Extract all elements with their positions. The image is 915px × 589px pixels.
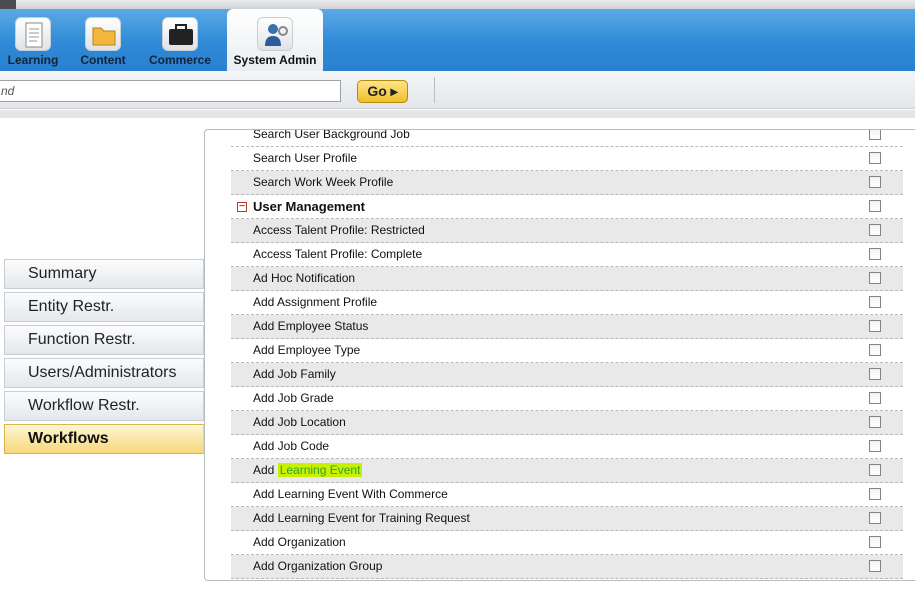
sidebar-item-summary[interactable]: Summary bbox=[4, 259, 204, 289]
workflow-label: Add Learning Event With Commerce bbox=[253, 487, 448, 501]
workflow-row: Add Job Location bbox=[231, 411, 903, 435]
tab-content[interactable]: Content bbox=[76, 9, 130, 71]
workflow-row: Search User Background Job bbox=[231, 129, 903, 147]
workflow-row: Add Employee Type bbox=[231, 339, 903, 363]
workflow-checkbox[interactable] bbox=[869, 416, 881, 428]
workflow-checkbox[interactable] bbox=[869, 488, 881, 500]
workflow-row: Add Learning Event bbox=[231, 459, 903, 483]
workflow-row: Add Assignment Profile bbox=[231, 291, 903, 315]
sidebar-item-label: Workflows bbox=[28, 430, 109, 447]
workflow-checkbox[interactable] bbox=[869, 296, 881, 308]
workflow-group-label: User Management bbox=[253, 199, 365, 214]
workflow-checkbox[interactable] bbox=[869, 464, 881, 476]
sidebar-item-function-restr[interactable]: Function Restr. bbox=[4, 325, 204, 355]
workflow-list: Search User Background Job Search User P… bbox=[231, 129, 903, 579]
workflow-row: Add Job Grade bbox=[231, 387, 903, 411]
toolbar-divider bbox=[434, 77, 435, 103]
briefcase-icon bbox=[162, 17, 198, 51]
workflow-row: Add Employee Status bbox=[231, 315, 903, 339]
tab-system-admin[interactable]: System Admin bbox=[227, 9, 323, 71]
tab-label: Commerce bbox=[148, 53, 212, 67]
sidebar-item-label: Entity Restr. bbox=[28, 298, 115, 315]
document-icon bbox=[15, 17, 51, 51]
workflow-row: Add Learning Event for Training Request bbox=[231, 507, 903, 531]
sidebar-item-entity-restr[interactable]: Entity Restr. bbox=[4, 292, 204, 322]
workflow-checkbox[interactable] bbox=[869, 512, 881, 524]
tab-label: Learning bbox=[7, 53, 59, 67]
workflow-label: Add Job Location bbox=[253, 415, 346, 429]
workflow-label: Add Assignment Profile bbox=[253, 295, 378, 309]
play-arrow-icon: ▸ bbox=[390, 83, 398, 99]
tab-label: System Admin bbox=[233, 53, 317, 67]
sidebar-item-label: Users/Administrators bbox=[28, 364, 177, 381]
workflow-label: Search User Profile bbox=[253, 151, 358, 165]
workflow-label: Add Organization bbox=[253, 535, 346, 549]
workflow-row: Search User Profile bbox=[231, 147, 903, 171]
workflow-checkbox[interactable] bbox=[869, 248, 881, 260]
workflow-label: Add Employee Status bbox=[253, 319, 369, 333]
workflow-row: Add Organization bbox=[231, 531, 903, 555]
sidebar-item-workflows[interactable]: Workflows bbox=[4, 424, 217, 454]
workflow-row: Access Talent Profile: Complete bbox=[231, 243, 903, 267]
workflow-row: Add Job Code bbox=[231, 435, 903, 459]
search-input[interactable] bbox=[0, 80, 341, 102]
sidebar-item-label: Summary bbox=[28, 265, 97, 282]
workflow-checkbox[interactable] bbox=[869, 272, 881, 284]
workflow-group-row: − User Management bbox=[231, 195, 903, 219]
left-sidebar: Summary Entity Restr. Function Restr. Us… bbox=[4, 259, 218, 457]
workflow-label: Search Work Week Profile bbox=[253, 175, 394, 189]
workflow-label: Add Job Family bbox=[253, 367, 336, 381]
top-navbar: Learning Content Commerce System Admin bbox=[0, 9, 915, 71]
go-button[interactable]: Go ▸ bbox=[357, 80, 408, 103]
workflow-checkbox[interactable] bbox=[869, 344, 881, 356]
tab-label: Content bbox=[80, 53, 126, 67]
workflow-row: Ad Hoc Notification bbox=[231, 267, 903, 291]
header-divider-bar bbox=[0, 110, 915, 118]
workflow-checkbox[interactable] bbox=[869, 176, 881, 188]
admin-user-icon bbox=[257, 17, 293, 51]
folder-icon bbox=[85, 17, 121, 51]
workflow-row: Access Talent Profile: Restricted bbox=[231, 219, 903, 243]
workflow-label: Add Organization Group bbox=[253, 559, 383, 573]
search-toolbar: Go ▸ bbox=[0, 71, 915, 109]
workflow-label: Add Job Code bbox=[253, 439, 330, 453]
tab-learning[interactable]: Learning bbox=[0, 9, 66, 71]
workflow-label: Add Job Grade bbox=[253, 391, 334, 405]
workflow-checkbox[interactable] bbox=[869, 368, 881, 380]
workflow-label: Access Talent Profile: Complete bbox=[253, 247, 423, 261]
workflow-checkbox[interactable] bbox=[869, 440, 881, 452]
sidebar-item-label: Function Restr. bbox=[28, 331, 136, 348]
workflow-row: Add Organization Group bbox=[231, 555, 903, 579]
sidebar-item-label: Workflow Restr. bbox=[28, 397, 140, 414]
tab-commerce[interactable]: Commerce bbox=[144, 9, 216, 71]
workflow-label: Search User Background Job bbox=[253, 129, 410, 141]
workflow-checkbox[interactable] bbox=[869, 130, 881, 140]
collapse-minus-icon[interactable]: − bbox=[237, 202, 247, 212]
workflow-row: Search Work Week Profile bbox=[231, 171, 903, 195]
workflow-checkbox[interactable] bbox=[869, 392, 881, 404]
workflow-row: Add Learning Event With Commerce bbox=[231, 483, 903, 507]
top-strip-corner bbox=[0, 0, 16, 9]
workflow-label: Access Talent Profile: Restricted bbox=[253, 223, 425, 237]
workflow-checkbox[interactable] bbox=[869, 536, 881, 548]
top-strip bbox=[0, 0, 915, 9]
workflow-label-prefix: Add bbox=[253, 463, 278, 477]
workflow-label: Ad Hoc Notification bbox=[253, 271, 356, 285]
workflow-checkbox[interactable] bbox=[869, 224, 881, 236]
workflow-checkbox[interactable] bbox=[869, 320, 881, 332]
workflow-row: Add Job Family bbox=[231, 363, 903, 387]
workflow-label: Add Learning Event for Training Request bbox=[253, 511, 470, 525]
workflow-checkbox[interactable] bbox=[869, 152, 881, 164]
group-checkbox[interactable] bbox=[869, 200, 881, 212]
search-highlight: Learning Event bbox=[277, 463, 363, 477]
go-label: Go bbox=[367, 83, 387, 99]
sidebar-item-workflow-restr[interactable]: Workflow Restr. bbox=[4, 391, 204, 421]
workflow-label: Add Employee Type bbox=[253, 343, 361, 357]
sidebar-item-users-administrators[interactable]: Users/Administrators bbox=[4, 358, 204, 388]
workflows-panel: Search User Background Job Search User P… bbox=[204, 129, 915, 581]
workflow-checkbox[interactable] bbox=[869, 560, 881, 572]
